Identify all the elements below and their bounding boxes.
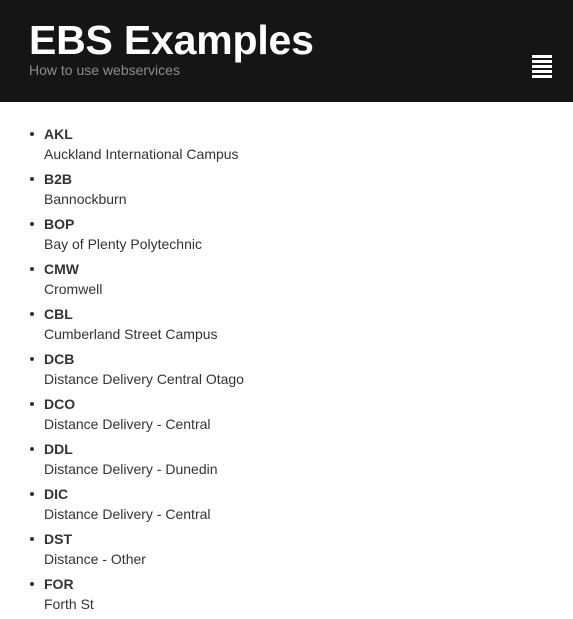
bullet-icon xyxy=(30,177,34,181)
campus-code: BOP xyxy=(44,216,75,232)
bullet-icon xyxy=(30,132,34,136)
list-item: FOR Forth St xyxy=(0,574,573,619)
campus-name: Bay of Plenty Polytechnic xyxy=(44,236,202,252)
list-item: DST Distance - Other xyxy=(0,529,573,574)
menu-bar xyxy=(532,60,552,63)
list-item: B2B Bannockburn xyxy=(0,169,573,214)
campus-code: DIC xyxy=(44,486,69,502)
menu-bar xyxy=(532,65,552,68)
campus-name: Distance Delivery - Central xyxy=(44,506,211,522)
campus-code: DCO xyxy=(44,396,76,412)
campus-name: Forth St xyxy=(44,596,94,612)
campus-name: Distance Delivery - Dunedin xyxy=(44,461,218,477)
campus-code: DST xyxy=(44,531,72,547)
campus-code: AKL xyxy=(44,126,73,142)
campus-name: Distance - Other xyxy=(44,551,146,567)
bullet-icon xyxy=(30,492,34,496)
site-subtitle: How to use webservices xyxy=(29,62,180,78)
campus-code: B2B xyxy=(44,171,73,187)
site-header: EBS Examples How to use webservices xyxy=(0,0,573,102)
bullet-icon xyxy=(30,222,34,226)
bullet-icon xyxy=(30,537,34,541)
list-item: CMW Cromwell xyxy=(0,259,573,304)
bullet-icon xyxy=(30,312,34,316)
bullet-icon xyxy=(30,357,34,361)
bullet-icon xyxy=(30,267,34,271)
campus-list: AKL Auckland International Campus B2B Ba… xyxy=(0,124,573,619)
list-item: DCO Distance Delivery - Central xyxy=(0,394,573,439)
menu-bar xyxy=(532,70,552,73)
list-item: DIC Distance Delivery - Central xyxy=(0,484,573,529)
bullet-icon xyxy=(30,402,34,406)
campus-code: DDL xyxy=(44,441,73,457)
bullet-icon xyxy=(30,447,34,451)
campus-code: CMW xyxy=(44,261,79,277)
campus-name: Distance Delivery - Central xyxy=(44,416,211,432)
campus-code: CBL xyxy=(44,306,73,322)
campus-name: Distance Delivery Central Otago xyxy=(44,371,244,387)
campus-code: FOR xyxy=(44,576,74,592)
list-item: AKL Auckland International Campus xyxy=(0,124,573,169)
list-item: DDL Distance Delivery - Dunedin xyxy=(0,439,573,484)
bullet-icon xyxy=(30,582,34,586)
site-title[interactable]: EBS Examples xyxy=(29,18,314,62)
list-item: BOP Bay of Plenty Polytechnic xyxy=(0,214,573,259)
list-item: DCB Distance Delivery Central Otago xyxy=(0,349,573,394)
campus-code: DCB xyxy=(44,351,75,367)
hamburger-menu-icon[interactable] xyxy=(531,54,555,78)
main-content: AKL Auckland International Campus B2B Ba… xyxy=(0,102,573,619)
campus-name: Cumberland Street Campus xyxy=(44,326,218,342)
campus-name: Auckland International Campus xyxy=(44,146,239,162)
campus-name: Bannockburn xyxy=(44,191,127,207)
menu-bar xyxy=(532,75,552,78)
menu-bar xyxy=(532,55,552,58)
list-item: CBL Cumberland Street Campus xyxy=(0,304,573,349)
campus-name: Cromwell xyxy=(44,281,103,297)
